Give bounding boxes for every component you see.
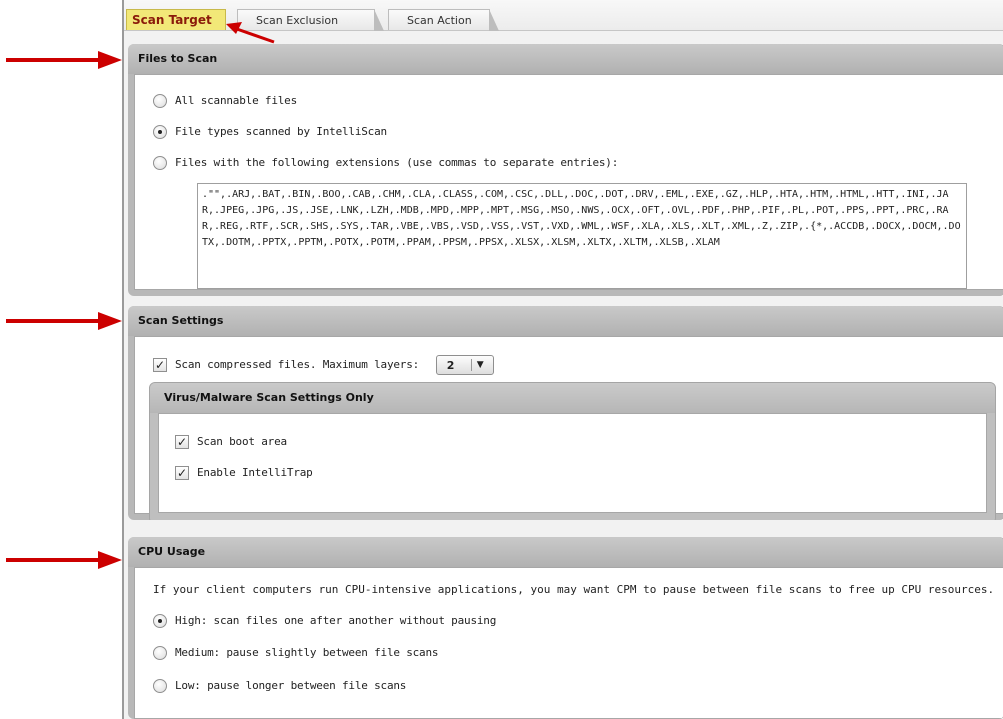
checkbox-intellitrap[interactable] xyxy=(175,465,189,481)
option-all-scannable[interactable]: All scannable files xyxy=(153,93,297,109)
checkbox-boot-area[interactable] xyxy=(175,434,189,450)
option-label: Low: pause longer between file scans xyxy=(175,679,407,692)
virus-malware-body: Scan boot area Enable IntelliTrap xyxy=(158,413,987,513)
annotation-arrow-tab xyxy=(226,22,275,44)
files-to-scan-section: Files to Scan All scannable files File t… xyxy=(128,44,1003,296)
annotation-arrow-cpu xyxy=(6,551,122,569)
radio-cpu-high[interactable] xyxy=(153,614,167,628)
radio-cpu-medium[interactable] xyxy=(153,646,167,660)
radio-extensions[interactable] xyxy=(153,156,167,170)
option-label: High: scan files one after another witho… xyxy=(175,614,497,627)
files-to-scan-body: All scannable files File types scanned b… xyxy=(134,74,1003,290)
extensions-textarea[interactable]: ."",.ARJ,.BAT,.BIN,.BOO,.CAB,.CHM,.CLA,.… xyxy=(197,183,967,289)
boot-area-label: Scan boot area xyxy=(197,435,287,448)
annotation-arrow-files xyxy=(6,51,122,69)
intellitrap-label: Enable IntelliTrap xyxy=(197,466,313,479)
select-divider xyxy=(470,359,472,371)
annotation-arrow-scan-settings xyxy=(6,312,122,330)
max-layers-value: 2 xyxy=(446,359,455,372)
option-extensions[interactable]: Files with the following extensions (use… xyxy=(153,155,618,171)
radio-cpu-low[interactable] xyxy=(153,679,167,693)
cpu-usage-body: If your client computers run CPU-intensi… xyxy=(134,567,1003,719)
cpu-usage-section: CPU Usage If your client computers run C… xyxy=(128,537,1003,719)
virus-malware-title: Virus/Malware Scan Settings Only xyxy=(150,383,995,413)
scan-settings-body: Scan compressed files. Maximum layers: 2… xyxy=(134,336,1003,520)
virus-malware-settings: Virus/Malware Scan Settings Only Scan bo… xyxy=(149,382,996,520)
cpu-description: If your client computers run CPU-intensi… xyxy=(153,582,994,598)
radio-intelliscan[interactable] xyxy=(153,125,167,139)
option-cpu-high[interactable]: High: scan files one after another witho… xyxy=(153,613,496,629)
option-label: All scannable files xyxy=(175,94,298,107)
option-intelliscan[interactable]: File types scanned by IntelliScan xyxy=(153,124,387,140)
option-label: Files with the following extensions (use… xyxy=(175,156,619,169)
compressed-label: Scan compressed files. Maximum layers: xyxy=(175,358,420,371)
scan-settings-title: Scan Settings xyxy=(128,306,1003,336)
scan-settings-section: Scan Settings Scan compressed files. Max… xyxy=(128,306,1003,520)
option-cpu-medium[interactable]: Medium: pause slightly between file scan… xyxy=(153,645,439,661)
scan-settings-window: Scan Target Scan Exclusion Scan Action F… xyxy=(122,0,1003,719)
tab-scan-action[interactable]: Scan Action xyxy=(388,9,499,31)
option-compressed[interactable]: Scan compressed files. Maximum layers: 2… xyxy=(153,355,494,375)
option-intellitrap[interactable]: Enable IntelliTrap xyxy=(175,465,313,481)
cpu-usage-title: CPU Usage xyxy=(128,537,1003,567)
option-boot-area[interactable]: Scan boot area xyxy=(175,434,287,450)
files-to-scan-title: Files to Scan xyxy=(128,44,1003,74)
option-cpu-low[interactable]: Low: pause longer between file scans xyxy=(153,678,406,694)
checkbox-compressed[interactable] xyxy=(153,357,167,373)
radio-all-scannable[interactable] xyxy=(153,94,167,108)
cpu-description-text: If your client computers run CPU-intensi… xyxy=(153,583,995,596)
option-label: Medium: pause slightly between file scan… xyxy=(175,646,439,659)
chevron-down-icon: ▼ xyxy=(476,360,484,370)
tab-scan-target[interactable]: Scan Target xyxy=(126,9,226,30)
max-layers-select[interactable]: 2 ▼ xyxy=(435,355,494,375)
option-label: File types scanned by IntelliScan xyxy=(175,125,387,138)
